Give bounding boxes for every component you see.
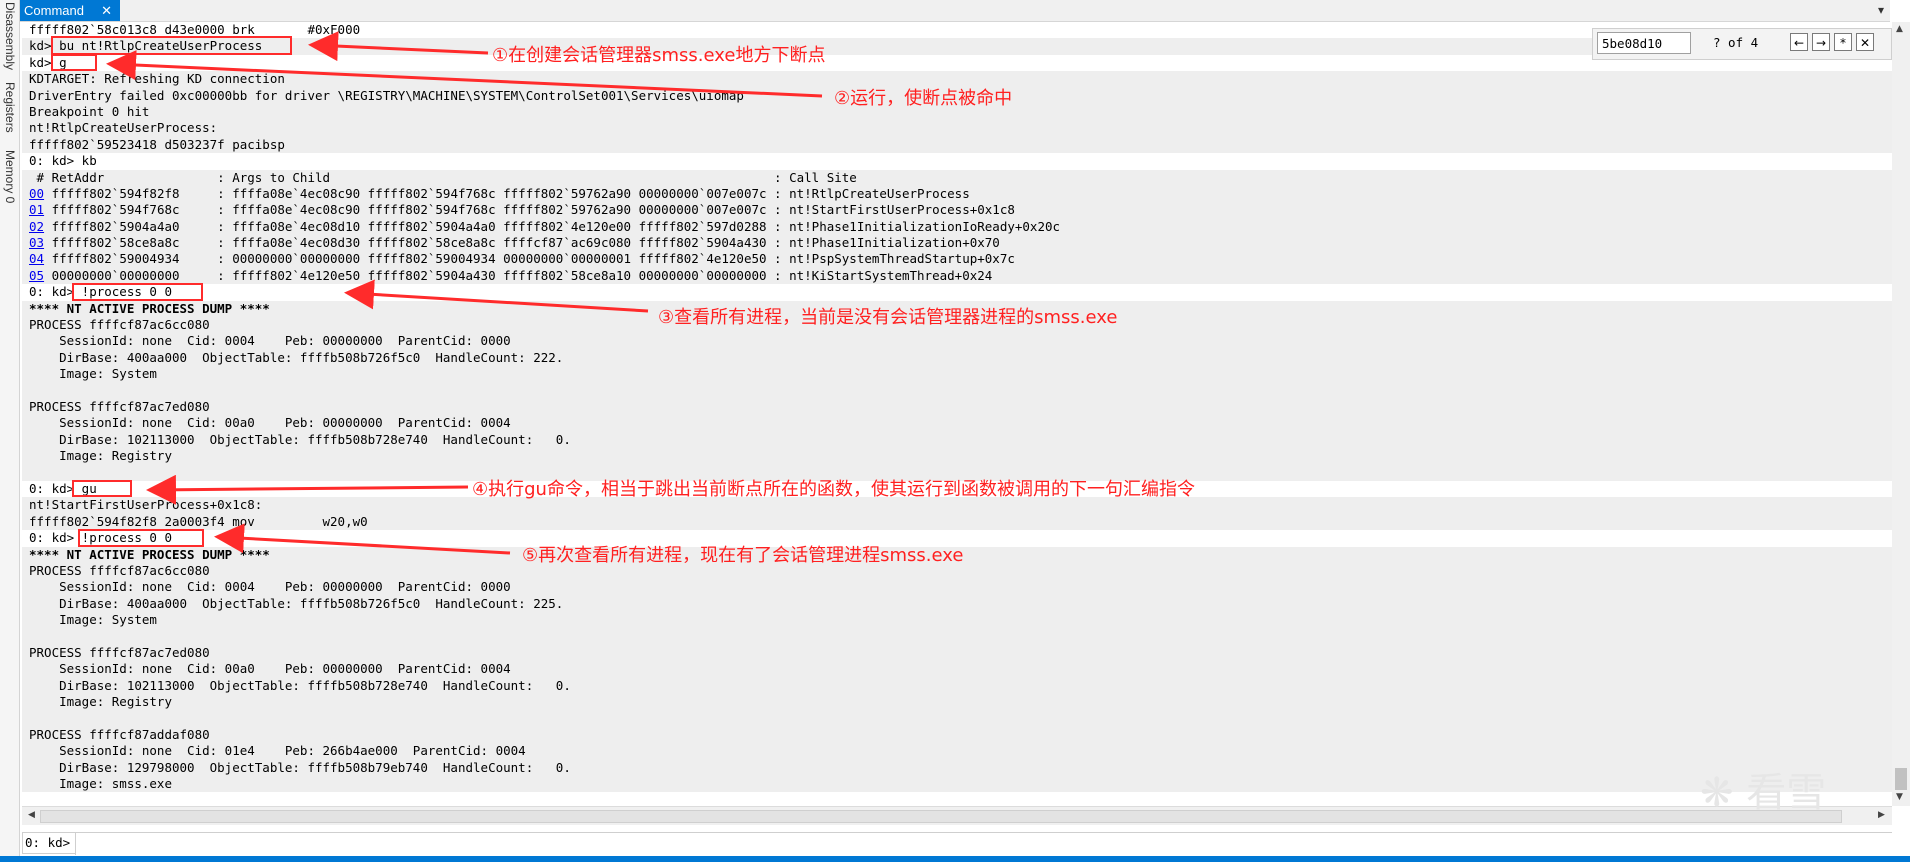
annotation-3: ③查看所有进程，当前是没有会话管理器进程的smss.exe bbox=[658, 307, 1118, 328]
command-input-bar: 0: kd> bbox=[22, 832, 1894, 855]
annotation-arrows bbox=[106, 31, 823, 555]
arrow-5 bbox=[214, 523, 511, 555]
annotation-4: ④执行gu命令，相当于跳出当前断点所在的函数，使其运行到函数被调用的下一句汇编指… bbox=[472, 479, 1195, 500]
command-prompt: 0: kd> bbox=[25, 835, 71, 850]
status-stripe bbox=[0, 856, 1910, 862]
arrow-3 bbox=[344, 279, 649, 313]
watermark-logo: ❋ 看雪 bbox=[1700, 770, 1827, 816]
arrow-1 bbox=[308, 31, 489, 62]
annotation-1: ①在创建会话管理器smss.exe地方下断点 bbox=[492, 45, 826, 66]
annotation-2: ②运行，使断点被命中 bbox=[834, 88, 1013, 109]
arrow-4 bbox=[146, 474, 469, 505]
command-input[interactable] bbox=[75, 833, 1894, 855]
arrow-2 bbox=[106, 50, 823, 98]
annotation-5: ⑤再次查看所有进程，现在有了会话管理进程smss.exe bbox=[522, 545, 964, 566]
